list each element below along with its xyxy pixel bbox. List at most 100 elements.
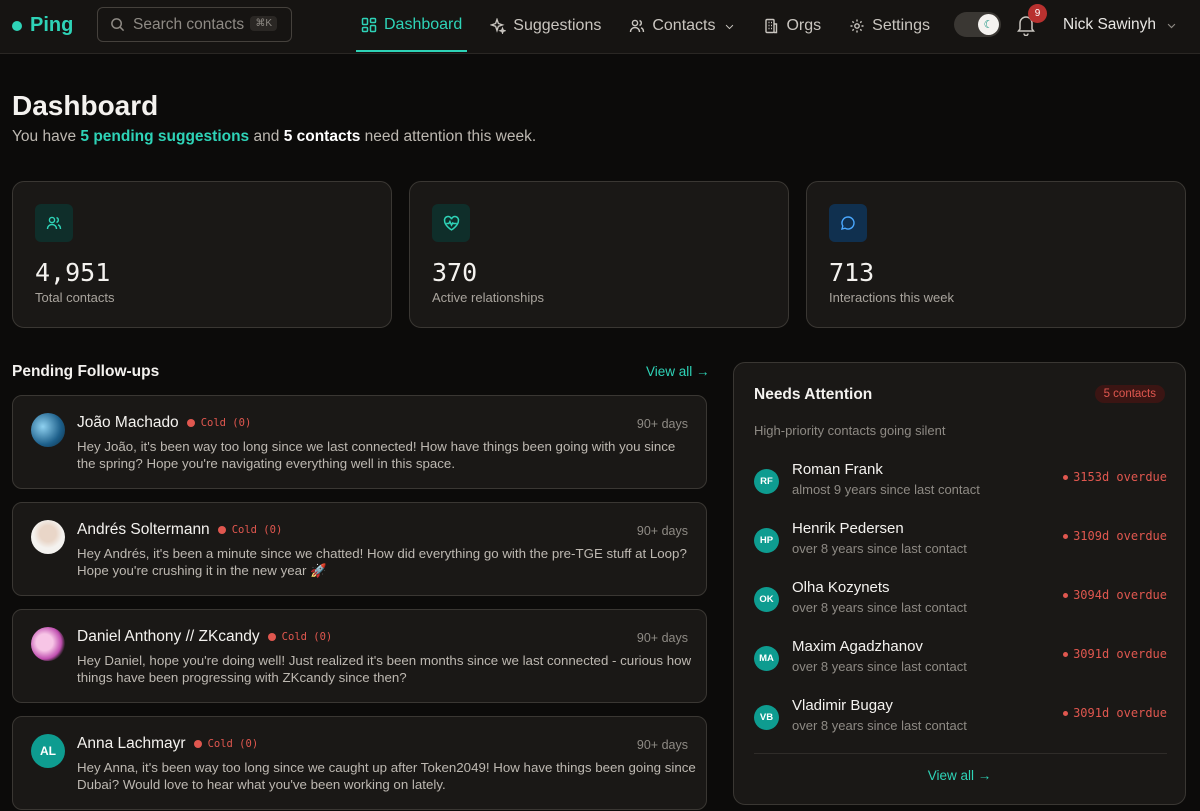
theme-toggle[interactable]: ☾ [954,12,1001,37]
app-logo[interactable]: Ping [12,14,73,37]
status-badge: Cold (0) [217,524,282,536]
avatar [31,413,65,447]
grid-icon [361,17,377,33]
followups-title: Pending Follow-ups [12,363,160,380]
search-placeholder: Search contacts [133,15,245,33]
overdue-indicator: 3109d overdue [1063,529,1167,543]
notification-badge: 9 [1028,4,1047,23]
status-badge: Cold (0) [193,738,258,750]
last-contact: almost 9 years since last contact [792,482,980,497]
contact-header: Daniel Anthony // ZKcandy Cold (0) [77,628,332,646]
avatar: AL [31,734,65,768]
stat-label: Active relationships [432,290,544,305]
last-contact: over 8 years since last contact [792,541,967,556]
moon-icon: ☾ [978,14,999,35]
last-contact: over 8 years since last contact [792,718,967,733]
suggested-message: Hey Anna, it's been way too long since w… [77,760,696,792]
contact-header: Andrés Soltermann Cold (0) [77,521,282,539]
suggested-message: Hey João, it's been way too long since w… [77,439,676,471]
nav-contacts-label: Contacts [652,17,716,34]
followup-card[interactable]: João Machado Cold (0) 90+ days Hey João,… [12,395,707,489]
nav-orgs-label: Orgs [786,17,822,34]
attention-row[interactable]: VB Vladimir Bugay over 8 years since las… [754,697,1167,747]
users-icon [35,204,73,242]
page-subtitle: You have 5 pending suggestions and 5 con… [12,128,536,146]
user-menu[interactable]: Nick Sawinyh [1063,16,1177,34]
nav-settings[interactable]: Settings [844,0,935,52]
contact-name: Andrés Soltermann [77,521,210,538]
contact-name: Olha Kozynets [792,579,890,596]
gear-icon [850,19,864,33]
contact-name: João Machado [77,414,179,431]
overdue-indicator: 3153d overdue [1063,470,1167,484]
stat-card-active-relationships: 370 Active relationships [409,181,789,328]
followups-view-all-link[interactable]: View all → [646,364,710,379]
contact-name: Vladimir Bugay [792,697,893,714]
avatar: HP [754,528,779,553]
overdue-indicator: 3091d overdue [1063,647,1167,661]
contact-name: Daniel Anthony // ZKcandy [77,628,260,645]
sparkle-icon [490,18,507,34]
stat-card-interactions: 713 Interactions this week [806,181,1186,328]
avatar: MA [754,646,779,671]
attention-view-all-link[interactable]: View all → [734,768,1185,783]
nav-settings-label: Settings [872,17,930,34]
attention-row[interactable]: HP Henrik Pedersen over 8 years since la… [754,520,1167,570]
attention-subtitle: High-priority contacts going silent [754,423,946,438]
contact-header: Anna Lachmayr Cold (0) [77,735,258,753]
stat-value: 4,951 [35,258,111,287]
building-icon [765,18,778,34]
contact-name: Henrik Pedersen [792,520,904,537]
search-icon [111,18,125,32]
days-since: 90+ days [636,738,688,752]
status-badge: Cold (0) [267,631,332,643]
logo-dot-icon [12,20,22,31]
attention-row[interactable]: RF Roman Frank almost 9 years since last… [754,461,1167,511]
avatar [31,520,65,554]
contact-header: João Machado Cold (0) [77,414,251,432]
user-name: Nick Sawinyh [1063,16,1157,33]
attention-count-badge: 5 contacts [1094,385,1165,403]
followup-card[interactable]: AL Anna Lachmayr Cold (0) 90+ days Hey A… [12,716,707,810]
stat-value: 370 [432,258,478,287]
attention-title: Needs Attention [754,386,873,403]
search-shortcut: ⌘K [250,16,277,31]
search-input[interactable]: Search contacts ⌘K [97,7,292,42]
days-since: 90+ days [636,524,688,538]
nav-suggestions[interactable]: Suggestions [485,0,606,52]
suggested-message: Hey Andrés, it's been a minute since we … [77,546,687,578]
attention-row[interactable]: OK Olha Kozynets over 8 years since last… [754,579,1167,629]
attention-contacts-count: 5 contacts [283,128,361,145]
chat-bubble-icon [829,204,867,242]
status-badge: Cold (0) [186,417,251,429]
last-contact: over 8 years since last contact [792,600,967,615]
chevron-down-icon [1167,23,1176,28]
stat-card-total-contacts: 4,951 Total contacts [12,181,392,328]
users-icon [630,19,645,33]
chevron-down-icon [726,24,734,29]
nav-suggestions-label: Suggestions [513,17,602,34]
avatar [31,627,65,661]
pending-suggestions-link[interactable]: 5 pending suggestions [80,128,249,145]
followup-card[interactable]: Andrés Soltermann Cold (0) 90+ days Hey … [12,502,707,596]
nav-dashboard-label: Dashboard [384,16,463,33]
subtitle-prefix: You have [12,128,77,145]
nav-contacts[interactable]: Contacts [624,0,740,52]
attention-row[interactable]: MA Maxim Agadzhanov over 8 years since l… [754,638,1167,688]
nav-orgs[interactable]: Orgs [758,0,826,52]
contact-name: Roman Frank [792,461,883,478]
overdue-indicator: 3091d overdue [1063,706,1167,720]
subtitle-mid: and [253,128,280,145]
days-since: 90+ days [636,631,688,645]
overdue-indicator: 3094d overdue [1063,588,1167,602]
avatar: OK [754,587,779,612]
contact-name: Maxim Agadzhanov [792,638,923,655]
top-navbar: Ping Search contacts ⌘K Dashboard Sugges… [0,0,1200,54]
stat-label: Total contacts [35,290,115,305]
nav-dashboard[interactable]: Dashboard [356,0,468,52]
page-title: Dashboard [12,90,159,121]
subtitle-suffix: need attention this week. [364,128,537,145]
contact-name: Anna Lachmayr [77,735,186,752]
days-since: 90+ days [636,417,688,431]
followup-card[interactable]: Daniel Anthony // ZKcandy Cold (0) 90+ d… [12,609,707,703]
